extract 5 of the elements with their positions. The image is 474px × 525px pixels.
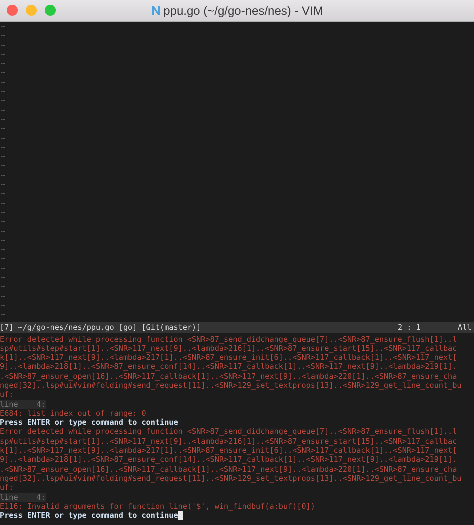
minimize-button[interactable]: [26, 5, 37, 16]
window-title: ppu.go (~/g/go-nes/nes) - VIM: [164, 4, 324, 18]
zoom-button[interactable]: [45, 5, 56, 16]
close-button[interactable]: [7, 5, 18, 16]
app-icon: [150, 5, 161, 16]
